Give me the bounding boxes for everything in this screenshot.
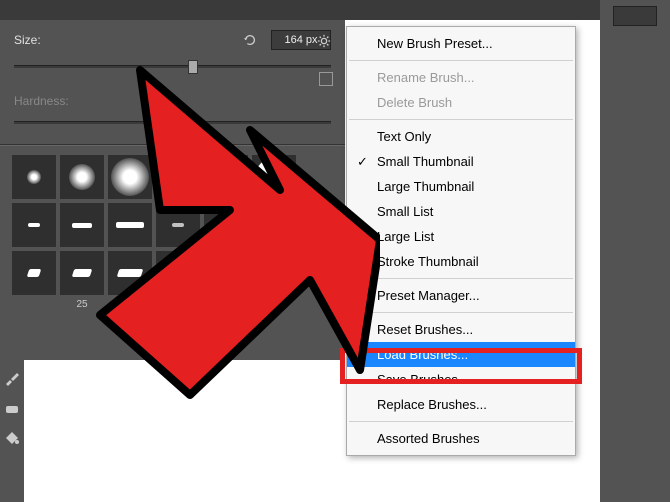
brush-grid: 25 50 [0, 145, 345, 305]
brush-preset[interactable] [204, 203, 248, 247]
menu-new-brush-preset[interactable]: New Brush Preset... [347, 31, 575, 56]
menu-large-thumbnail[interactable]: Large Thumbnail [347, 174, 575, 199]
brush-preset[interactable] [156, 155, 200, 199]
brush-preset[interactable] [108, 155, 152, 199]
hardness-slider[interactable] [14, 116, 331, 130]
menu-save-brushes[interactable]: Save Brushes... [347, 367, 575, 392]
panel-collapse-button[interactable] [613, 6, 657, 26]
brush-preset[interactable] [12, 251, 56, 295]
brush-preset[interactable] [108, 203, 152, 247]
brush-preset-panel: Size: 164 px Hardness: 25 50 [0, 20, 345, 360]
menu-load-brushes[interactable]: Load Brushes... [347, 342, 575, 367]
size-label: Size: [14, 33, 59, 47]
brush-preset[interactable] [12, 155, 56, 199]
brush-preset[interactable] [252, 155, 296, 199]
gear-icon[interactable] [317, 34, 333, 50]
brush-preset[interactable] [60, 155, 104, 199]
size-slider-thumb[interactable] [188, 60, 198, 74]
brush-preset[interactable]: 50 [108, 251, 152, 295]
reset-size-icon[interactable] [241, 31, 259, 49]
menu-separator [349, 119, 573, 120]
brush-flyout-menu: New Brush Preset... Rename Brush... Dele… [346, 26, 576, 456]
menu-text-only[interactable]: Text Only [347, 124, 575, 149]
brush-preset[interactable] [156, 251, 200, 295]
brush-preset[interactable] [12, 203, 56, 247]
brush-preset[interactable] [156, 203, 200, 247]
brush-preset[interactable] [252, 203, 296, 247]
brush-preset[interactable] [60, 203, 104, 247]
menu-reset-brushes[interactable]: Reset Brushes... [347, 317, 575, 342]
app-topbar [0, 0, 670, 20]
menu-delete-brush: Delete Brush [347, 90, 575, 115]
menu-stroke-thumbnail[interactable]: Stroke Thumbnail [347, 249, 575, 274]
brush-preset[interactable]: 25 [60, 251, 104, 295]
menu-small-thumbnail[interactable]: Small Thumbnail [347, 149, 575, 174]
brush-preset[interactable] [252, 251, 296, 295]
menu-separator [349, 421, 573, 422]
menu-separator [349, 312, 573, 313]
snap-to-pixel-icon[interactable] [319, 72, 333, 86]
brush-preset[interactable] [204, 155, 248, 199]
menu-preset-manager[interactable]: Preset Manager... [347, 283, 575, 308]
left-toolbar [0, 360, 24, 502]
bucket-tool-icon[interactable] [0, 426, 24, 450]
menu-rename-brush: Rename Brush... [347, 65, 575, 90]
menu-replace-brushes[interactable]: Replace Brushes... [347, 392, 575, 417]
menu-assorted-brushes[interactable]: Assorted Brushes [347, 426, 575, 451]
hardness-label: Hardness: [14, 94, 79, 108]
right-dock [600, 0, 670, 502]
menu-separator [349, 278, 573, 279]
size-slider[interactable] [14, 60, 331, 74]
brush-preset[interactable] [204, 251, 248, 295]
eraser-tool-icon[interactable] [0, 396, 24, 420]
menu-small-list[interactable]: Small List [347, 199, 575, 224]
brush-tool-icon[interactable] [0, 366, 24, 390]
menu-large-list[interactable]: Large List [347, 224, 575, 249]
menu-separator [349, 60, 573, 61]
